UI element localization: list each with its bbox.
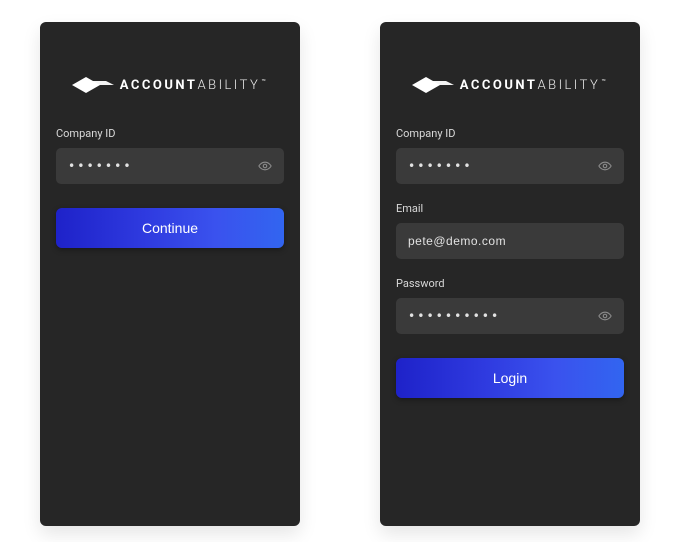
brand-logo: ACCOUNTABILITY™ (40, 22, 300, 127)
email-field: Email (396, 202, 624, 259)
brand-word2: ABILITY (197, 78, 260, 93)
brand-trademark: ™ (601, 78, 608, 86)
company-id-label: Company ID (396, 127, 624, 140)
brand-logo: ACCOUNTABILITY™ (380, 22, 640, 127)
eye-icon (258, 157, 272, 175)
screen-login: ACCOUNTABILITY™ Company ID Email (380, 22, 640, 526)
password-input[interactable] (396, 298, 624, 334)
brand-word2: ABILITY (537, 78, 600, 93)
company-id-input[interactable] (396, 148, 624, 184)
email-label: Email (396, 202, 624, 215)
password-field: Password (396, 277, 624, 334)
toggle-visibility-button[interactable] (252, 153, 278, 179)
brand-wordmark: ACCOUNTABILITY™ (460, 78, 608, 93)
company-id-input[interactable] (56, 148, 284, 184)
brand-trademark: ™ (261, 78, 268, 86)
toggle-visibility-button[interactable] (592, 153, 618, 179)
email-input[interactable] (396, 223, 624, 259)
password-label: Password (396, 277, 624, 290)
toggle-visibility-button[interactable] (592, 303, 618, 329)
brand-word1: ACCOUNT (460, 78, 538, 93)
eye-icon (598, 307, 612, 325)
brand-word1: ACCOUNT (120, 78, 198, 93)
login-button[interactable]: Login (396, 358, 624, 398)
eye-icon (598, 157, 612, 175)
company-id-field: Company ID (396, 127, 624, 184)
screen-company-id: ACCOUNTABILITY™ Company ID Continue (40, 22, 300, 526)
logo-mark-icon (412, 77, 454, 93)
brand-wordmark: ACCOUNTABILITY™ (120, 78, 268, 93)
company-id-label: Company ID (56, 127, 284, 140)
logo-mark-icon (72, 77, 114, 93)
company-id-field: Company ID (56, 127, 284, 184)
continue-button[interactable]: Continue (56, 208, 284, 248)
